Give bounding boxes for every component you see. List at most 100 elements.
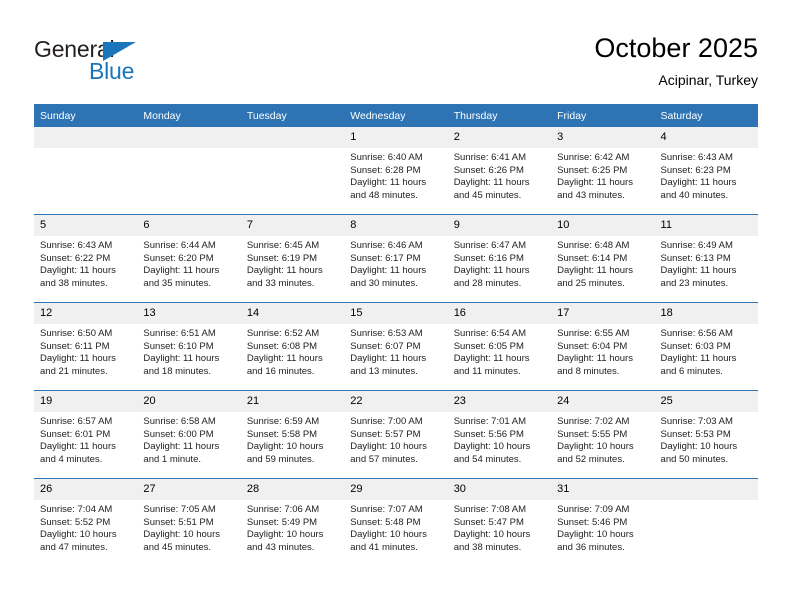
daylight-text: Daylight: 11 hours and 4 minutes. [40,441,116,465]
day-details: Sunrise: 7:00 AM Sunset: 5:57 PM Dayligh… [344,412,447,478]
daylight-text: Daylight: 10 hours and 47 minutes. [40,529,117,553]
sunrise-text: Sunrise: 7:03 AM [660,416,733,427]
sunset-text: Sunset: 6:20 PM [143,252,214,264]
sunrise-text: Sunrise: 6:56 AM [660,328,733,339]
day-number: 29 [344,479,448,500]
day-cell: 12 Sunrise: 6:50 AM Sunset: 6:11 PM Dayl… [34,303,138,390]
sunset-text: Sunset: 6:04 PM [557,340,628,352]
sunrise-text: Sunrise: 6:46 AM [350,240,423,251]
day-details: Sunrise: 7:02 AM Sunset: 5:55 PM Dayligh… [551,412,654,478]
weekday-header-saturday: Saturday [654,104,758,127]
weekday-header-friday: Friday [551,104,655,127]
sunrise-text: Sunrise: 7:07 AM [350,504,423,515]
weekday-header-thursday: Thursday [447,104,552,127]
weekday-header-tuesday: Tuesday [240,104,345,127]
title-block: October 2025 Acipinar, Turkey [594,32,758,90]
day-details: Sunrise: 6:40 AM Sunset: 6:28 PM Dayligh… [344,148,447,214]
sunrise-text: Sunrise: 6:54 AM [453,328,527,339]
sunrise-text: Sunrise: 6:50 AM [40,328,113,339]
sunrise-text: Sunrise: 6:43 AM [660,152,733,163]
sunrise-text: Sunrise: 7:06 AM [246,504,320,515]
day-details: Sunrise: 7:05 AM Sunset: 5:51 PM Dayligh… [137,500,240,566]
calendar-week-row: 26 Sunrise: 7:04 AM Sunset: 5:52 PM Dayl… [34,479,758,566]
day-cell: 4 Sunrise: 6:43 AM Sunset: 6:23 PM Dayli… [654,127,758,214]
daylight-text: Daylight: 10 hours and 45 minutes. [143,529,220,553]
calendar-header-row: Sunday Monday Tuesday Wednesday Thursday… [34,104,758,127]
day-cell: 31 Sunrise: 7:09 AM Sunset: 5:46 PM Dayl… [551,479,655,566]
daylight-text: Daylight: 11 hours and 40 minutes. [660,177,737,201]
day-number: 3 [551,127,655,148]
calendar-week-row: 1 Sunrise: 6:40 AM Sunset: 6:28 PM Dayli… [34,127,758,214]
daylight-text: Daylight: 11 hours and 1 minute. [143,441,220,465]
day-details: Sunrise: 6:49 AM Sunset: 6:13 PM Dayligh… [655,236,758,302]
day-cell: 8 Sunrise: 6:46 AM Sunset: 6:17 PM Dayli… [344,215,448,302]
day-cell [240,127,345,214]
sunset-text: Sunset: 6:16 PM [453,252,524,264]
daylight-text: Daylight: 11 hours and 33 minutes. [246,265,323,289]
sunset-text: Sunset: 5:52 PM [40,516,111,528]
day-details: Sunrise: 6:45 AM Sunset: 6:19 PM Dayligh… [241,236,344,302]
day-number [240,127,345,148]
sunset-text: Sunset: 6:23 PM [660,164,731,176]
day-cell [654,479,758,566]
day-cell: 24 Sunrise: 7:02 AM Sunset: 5:55 PM Dayl… [551,391,655,478]
daylight-text: Daylight: 10 hours and 59 minutes. [246,441,324,465]
day-cell: 29 Sunrise: 7:07 AM Sunset: 5:48 PM Dayl… [344,479,448,566]
day-details: Sunrise: 6:55 AM Sunset: 6:04 PM Dayligh… [551,324,654,390]
calendar-grid: Sunday Monday Tuesday Wednesday Thursday… [34,104,758,566]
day-number: 4 [654,127,758,148]
sunrise-text: Sunrise: 6:55 AM [557,328,630,339]
day-cell: 27 Sunrise: 7:05 AM Sunset: 5:51 PM Dayl… [137,479,241,566]
daylight-text: Daylight: 11 hours and 38 minutes. [40,265,116,289]
day-cell: 3 Sunrise: 6:42 AM Sunset: 6:25 PM Dayli… [551,127,655,214]
day-details: Sunrise: 6:52 AM Sunset: 6:08 PM Dayligh… [241,324,344,390]
day-number: 26 [34,479,138,500]
day-details: Sunrise: 6:57 AM Sunset: 6:01 PM Dayligh… [34,412,137,478]
day-details: Sunrise: 6:50 AM Sunset: 6:11 PM Dayligh… [34,324,137,390]
day-number [137,127,241,148]
sunset-text: Sunset: 5:56 PM [453,428,524,440]
sunset-text: Sunset: 5:53 PM [660,428,731,440]
page-header: General Blue October 2025 Acipinar, Turk… [0,0,792,100]
daylight-text: Daylight: 11 hours and 13 minutes. [350,353,427,377]
sunset-text: Sunset: 6:01 PM [40,428,111,440]
day-details: Sunrise: 7:04 AM Sunset: 5:52 PM Dayligh… [34,500,137,566]
sunrise-text: Sunrise: 6:53 AM [350,328,423,339]
sunset-text: Sunset: 6:05 PM [453,340,524,352]
day-number: 28 [240,479,345,500]
day-cell: 22 Sunrise: 7:00 AM Sunset: 5:57 PM Dayl… [344,391,448,478]
day-number: 23 [447,391,552,412]
day-number: 2 [447,127,552,148]
day-cell: 9 Sunrise: 6:47 AM Sunset: 6:16 PM Dayli… [447,215,552,302]
day-number: 30 [447,479,552,500]
day-details: Sunrise: 7:08 AM Sunset: 5:47 PM Dayligh… [448,500,551,566]
day-cell: 2 Sunrise: 6:41 AM Sunset: 6:26 PM Dayli… [447,127,552,214]
day-cell: 23 Sunrise: 7:01 AM Sunset: 5:56 PM Dayl… [447,391,552,478]
day-number [654,479,758,500]
daylight-text: Daylight: 10 hours and 57 minutes. [350,441,427,465]
day-cell: 5 Sunrise: 6:43 AM Sunset: 6:22 PM Dayli… [34,215,138,302]
sunset-text: Sunset: 6:00 PM [143,428,214,440]
sunrise-text: Sunrise: 6:45 AM [246,240,320,251]
sunrise-text: Sunrise: 7:05 AM [143,504,216,515]
weekday-header-monday: Monday [137,104,241,127]
sunrise-text: Sunrise: 6:59 AM [246,416,320,427]
day-number: 1 [344,127,448,148]
sunset-text: Sunset: 5:46 PM [557,516,628,528]
sunset-text: Sunset: 6:19 PM [246,252,318,264]
day-number: 15 [344,303,448,324]
day-details: Sunrise: 7:09 AM Sunset: 5:46 PM Dayligh… [551,500,654,566]
sunset-text: Sunset: 5:47 PM [453,516,524,528]
calendar-week-row: 19 Sunrise: 6:57 AM Sunset: 6:01 PM Dayl… [34,391,758,478]
day-cell: 6 Sunrise: 6:44 AM Sunset: 6:20 PM Dayli… [137,215,241,302]
sunset-text: Sunset: 6:22 PM [40,252,111,264]
day-details: Sunrise: 6:48 AM Sunset: 6:14 PM Dayligh… [551,236,654,302]
day-details: Sunrise: 7:06 AM Sunset: 5:49 PM Dayligh… [241,500,344,566]
weekday-header-wednesday: Wednesday [344,104,448,127]
sunrise-text: Sunrise: 7:01 AM [453,416,527,427]
day-cell: 14 Sunrise: 6:52 AM Sunset: 6:08 PM Dayl… [240,303,345,390]
day-details [655,500,758,566]
sunrise-text: Sunrise: 6:48 AM [557,240,630,251]
day-number: 11 [654,215,758,236]
day-details: Sunrise: 6:42 AM Sunset: 6:25 PM Dayligh… [551,148,654,214]
